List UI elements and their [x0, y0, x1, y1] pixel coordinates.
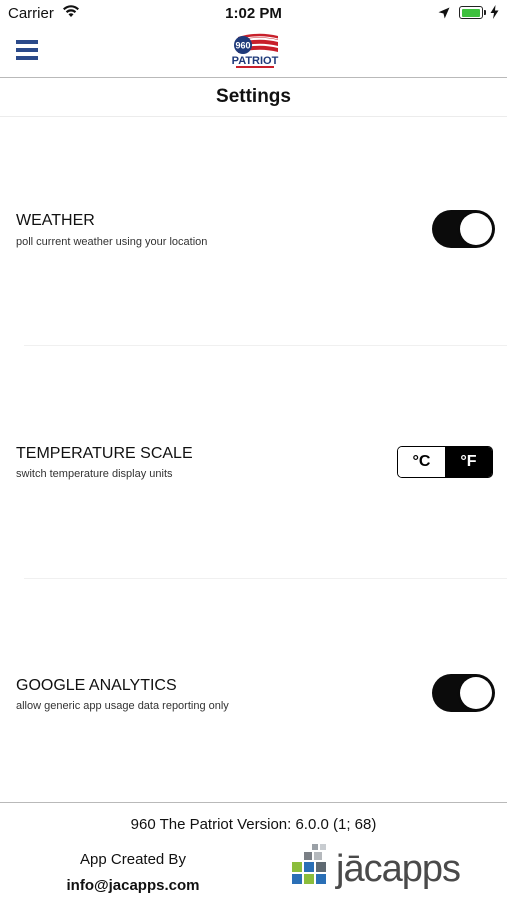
- celsius-option[interactable]: °C: [398, 447, 445, 477]
- analytics-subtitle: allow generic app usage data reporting o…: [16, 700, 229, 712]
- jacapps-wordmark: jācapps: [336, 848, 461, 890]
- battery-icon: [459, 6, 483, 19]
- analytics-toggle[interactable]: [432, 674, 495, 712]
- contact-email-link[interactable]: info@jacapps.com: [40, 877, 226, 894]
- battery-tip: [484, 10, 486, 15]
- logo-text: PATRIOT: [232, 55, 279, 67]
- created-by-label: App Created By: [80, 851, 186, 868]
- fahrenheit-option[interactable]: °F: [445, 447, 492, 477]
- weather-title: WEATHER: [16, 212, 95, 229]
- navigation-bar: 960 PATRIOT: [0, 28, 507, 78]
- page-title: Settings: [0, 78, 507, 117]
- divider: [24, 345, 507, 346]
- temperature-title: TEMPERATURE SCALE: [16, 445, 193, 462]
- station-logo: 960 PATRIOT: [228, 31, 280, 76]
- location-arrow-icon: [438, 6, 450, 24]
- weather-toggle[interactable]: [432, 210, 495, 248]
- jacapps-logo-icon: [290, 842, 334, 895]
- hamburger-menu-icon[interactable]: [16, 40, 38, 60]
- version-label: 960 The Patriot Version: 6.0.0 (1; 68): [130, 816, 377, 833]
- footer-divider: [0, 802, 507, 803]
- charging-bolt-icon: [490, 5, 499, 24]
- weather-subtitle: poll current weather using your location: [16, 236, 208, 248]
- temperature-unit-segmented-control[interactable]: °C °F: [397, 446, 493, 478]
- status-bar: Carrier 1:02 PM: [0, 0, 507, 28]
- clock: 1:02 PM: [225, 5, 282, 22]
- temperature-subtitle: switch temperature display units: [16, 468, 173, 480]
- logo-number: 960: [235, 41, 250, 51]
- analytics-title: GOOGLE ANALYTICS: [16, 677, 177, 694]
- divider: [24, 578, 507, 579]
